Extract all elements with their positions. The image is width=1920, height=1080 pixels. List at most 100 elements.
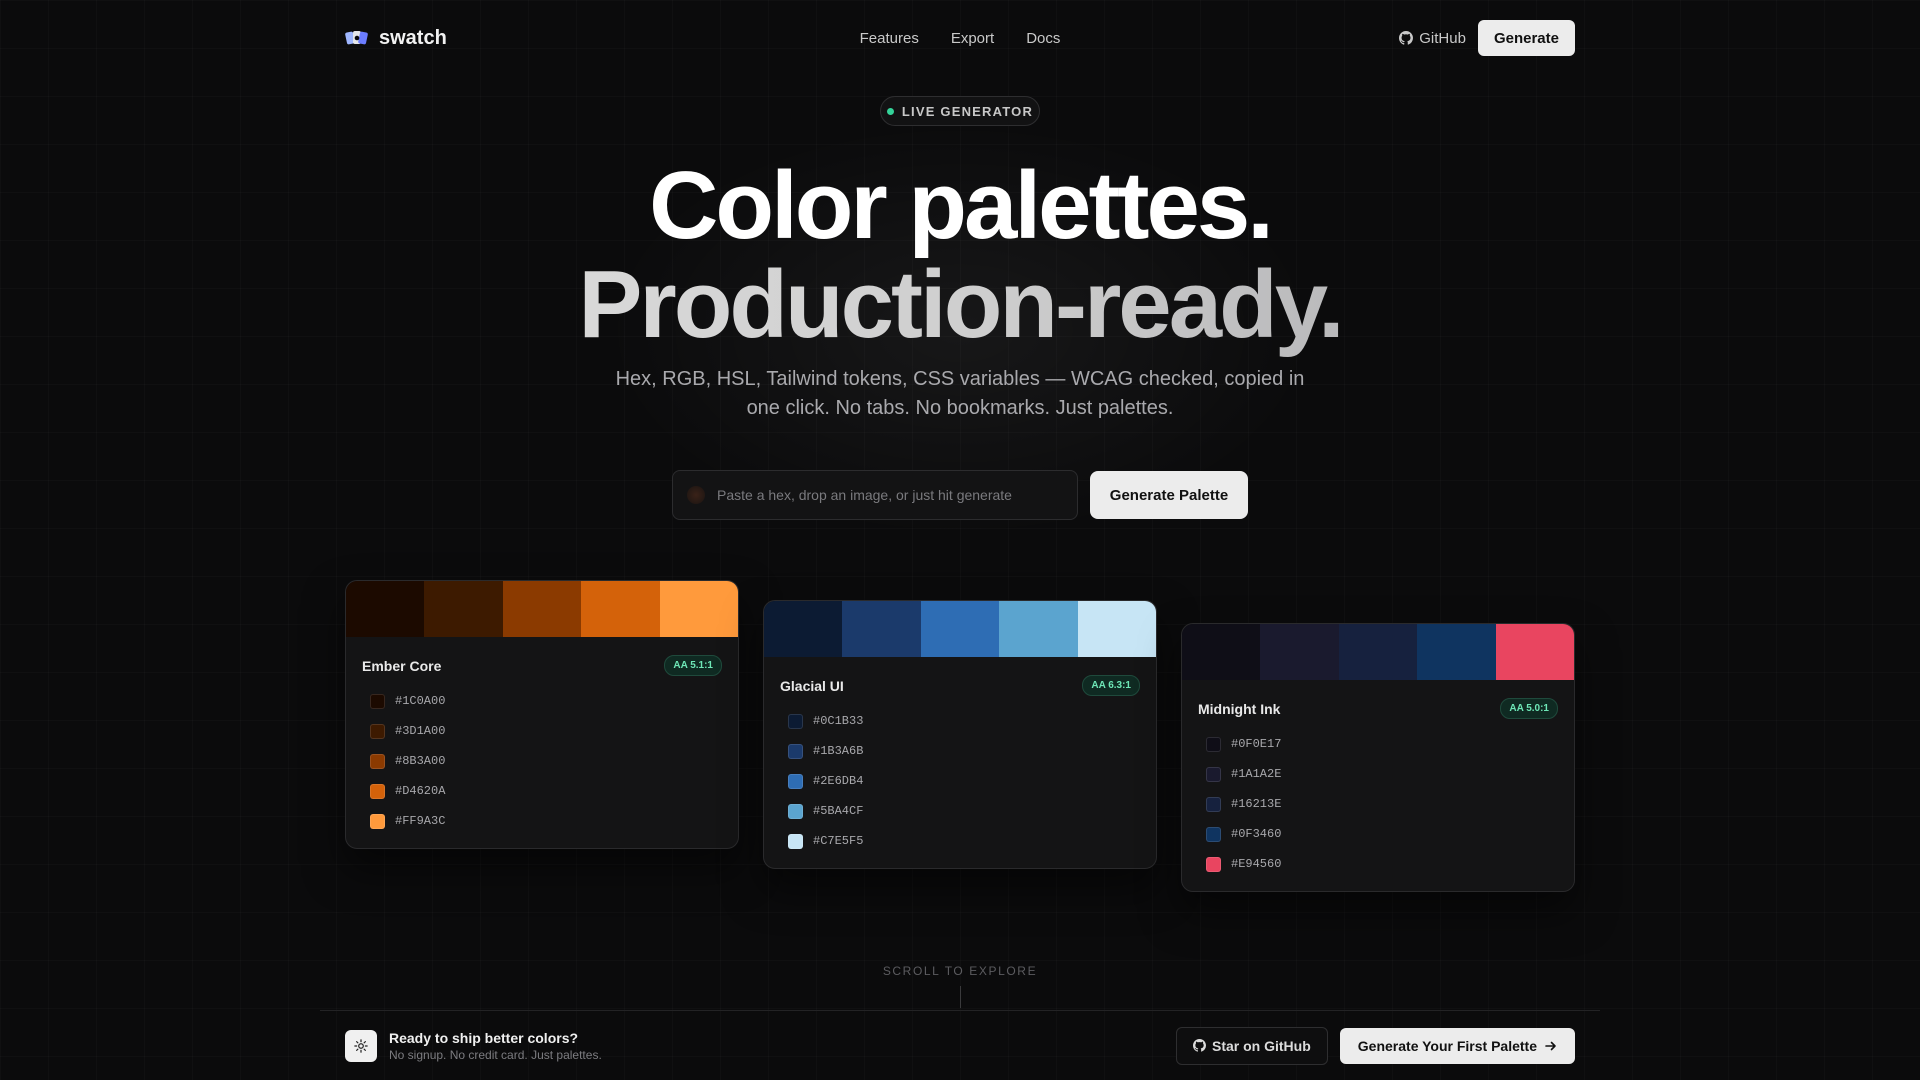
color-row[interactable]: #E94560: [1206, 849, 1550, 879]
palette-strip-segment[interactable]: [764, 601, 843, 657]
color-chip: [788, 803, 803, 819]
color-hex: #FF9A3C: [395, 814, 446, 828]
github-icon: [1399, 31, 1414, 45]
brand-name: swatch: [379, 26, 447, 49]
color-row[interactable]: #8B3A00: [370, 746, 714, 776]
palette-strip: [1182, 624, 1574, 680]
color-list: #0F0E17 #1A1A2E #16213E #0F3460 #E94560: [1182, 727, 1574, 891]
palette-strip-segment[interactable]: [842, 601, 921, 657]
color-row[interactable]: #C7E5F5: [788, 826, 1132, 856]
color-hex: #1C0A00: [395, 694, 446, 708]
palette-strip-segment[interactable]: [920, 601, 1000, 657]
github-icon: [1193, 1039, 1206, 1052]
hero-title-line2: Production-ready.: [0, 250, 1920, 360]
arrow-right-icon: [1545, 1041, 1556, 1050]
color-preview-icon: [687, 486, 705, 504]
color-row[interactable]: #3D1A00: [370, 716, 714, 746]
palette-input-container: [672, 470, 1078, 520]
palette-name: Glacial UI: [780, 677, 844, 694]
palette-strip-segment[interactable]: [1182, 624, 1261, 680]
color-hex: #5BA4CF: [813, 804, 864, 818]
github-label: GitHub: [1419, 29, 1466, 47]
primary-cta-label: Generate Your First Palette: [1357, 1037, 1537, 1054]
palette-strip-segment[interactable]: [1077, 601, 1156, 657]
color-hex: #3D1A00: [395, 724, 446, 738]
cta-subtitle: No signup. No credit card. Just palettes…: [389, 1047, 602, 1062]
contrast-badge: AA 6.3:1: [1082, 675, 1140, 696]
star-on-github-button[interactable]: Star on GitHub: [1176, 1026, 1328, 1065]
nav-link-export[interactable]: Export: [951, 30, 994, 47]
palette-strip-segment[interactable]: [581, 581, 660, 637]
github-link[interactable]: GitHub: [1399, 30, 1466, 47]
hero-title-line1: Color palettes.: [649, 152, 1274, 259]
palette-strip: [764, 601, 1156, 657]
nav-link-features[interactable]: Features: [860, 30, 919, 47]
color-chip: [1206, 826, 1221, 842]
color-chip: [370, 753, 385, 769]
palette-input[interactable]: [715, 486, 1077, 504]
color-chip: [1206, 856, 1221, 872]
color-chip: [788, 713, 803, 729]
color-chip: [370, 693, 385, 709]
color-row[interactable]: #5BA4CF: [788, 796, 1132, 826]
color-row[interactable]: #D4620A: [370, 776, 714, 806]
palette-card-midnight-ink[interactable]: Midnight Ink AA 5.0:1 #0F0E17 #1A1A2E #162…: [1181, 623, 1575, 892]
palette-strip-segment[interactable]: [999, 601, 1078, 657]
palette-strip-segment[interactable]: [346, 581, 425, 637]
scroll-line: [960, 986, 961, 1008]
cta-title: Ready to ship better colors?: [389, 1029, 579, 1046]
color-row[interactable]: #0F3460: [1206, 819, 1550, 849]
badge-label: LIVE GENERATOR: [901, 103, 1034, 119]
color-list: #0C1B33 #1B3A6B #2E6DB4 #5BA4CF #C7E5F5: [764, 704, 1156, 868]
color-row[interactable]: #1B3A6B: [788, 736, 1132, 766]
color-row[interactable]: #16213E: [1206, 789, 1550, 819]
color-chip: [788, 773, 803, 789]
color-chip: [788, 833, 803, 849]
palette-strip-segment[interactable]: [1417, 624, 1496, 680]
color-hex: #D4620A: [395, 784, 446, 798]
contrast-badge: AA 5.1:1: [664, 655, 722, 676]
color-row[interactable]: #1A1A2E: [1206, 759, 1550, 789]
scroll-hint: SCROLL TO EXPLORE: [882, 964, 1038, 978]
cta-text: Ready to ship better colors? No signup. …: [389, 1030, 602, 1062]
nav-link-docs[interactable]: Docs: [1026, 30, 1060, 47]
color-chip: [1206, 766, 1221, 782]
color-row[interactable]: #1C0A00: [370, 686, 714, 716]
color-chip: [788, 743, 803, 759]
color-row[interactable]: #0C1B33: [788, 706, 1132, 736]
swatch-logo-icon: [345, 31, 368, 45]
palette-strip-segment[interactable]: [1260, 624, 1339, 680]
color-chip: [370, 783, 385, 799]
palette-strip-segment[interactable]: [424, 581, 503, 637]
brand[interactable]: swatch: [345, 27, 447, 50]
palette-strip-segment[interactable]: [659, 581, 738, 637]
color-row[interactable]: #FF9A3C: [370, 806, 714, 836]
color-hex: #2E6DB4: [813, 774, 864, 788]
palette-name: Midnight Ink: [1198, 700, 1281, 717]
color-row[interactable]: #0F0E17: [1206, 729, 1550, 759]
color-row[interactable]: #2E6DB4: [788, 766, 1132, 796]
color-hex: #0F3460: [1231, 827, 1282, 841]
color-hex: #0F0E17: [1231, 737, 1282, 751]
color-chip: [370, 813, 385, 829]
color-hex: #8B3A00: [395, 754, 446, 768]
palette-card-glacial-ui[interactable]: Glacial UI AA 6.3:1 #0C1B33 #1B3A6B #2E6DB…: [763, 600, 1157, 869]
hero-subtitle: Hex, RGB, HSL, Tailwind tokens, CSS vari…: [615, 368, 1305, 419]
cta-bar: Ready to ship better colors? No signup. …: [320, 1010, 1600, 1080]
nav-generate-button[interactable]: Generate: [1477, 20, 1575, 56]
live-dot-icon: [886, 107, 894, 115]
generate-palette-button[interactable]: Generate Palette: [1090, 471, 1248, 519]
palette-strip-segment[interactable]: [502, 581, 582, 637]
contrast-badge: AA 5.0:1: [1500, 698, 1558, 719]
color-hex: #16213E: [1231, 797, 1282, 811]
color-hex: #E94560: [1231, 857, 1282, 871]
color-hex: #C7E5F5: [813, 834, 864, 848]
color-chip: [370, 723, 385, 739]
palette-strip-segment[interactable]: [1338, 624, 1418, 680]
color-hex: #1A1A2E: [1231, 767, 1282, 781]
palette-strip: [346, 581, 738, 637]
palette-strip-segment[interactable]: [1495, 624, 1574, 680]
palette-card-ember-core[interactable]: Ember Core AA 5.1:1 #1C0A00 #3D1A00 #8B3A0…: [345, 580, 739, 849]
generate-first-palette-button[interactable]: Generate Your First Palette: [1339, 1027, 1575, 1064]
color-hex: #0C1B33: [813, 714, 864, 728]
